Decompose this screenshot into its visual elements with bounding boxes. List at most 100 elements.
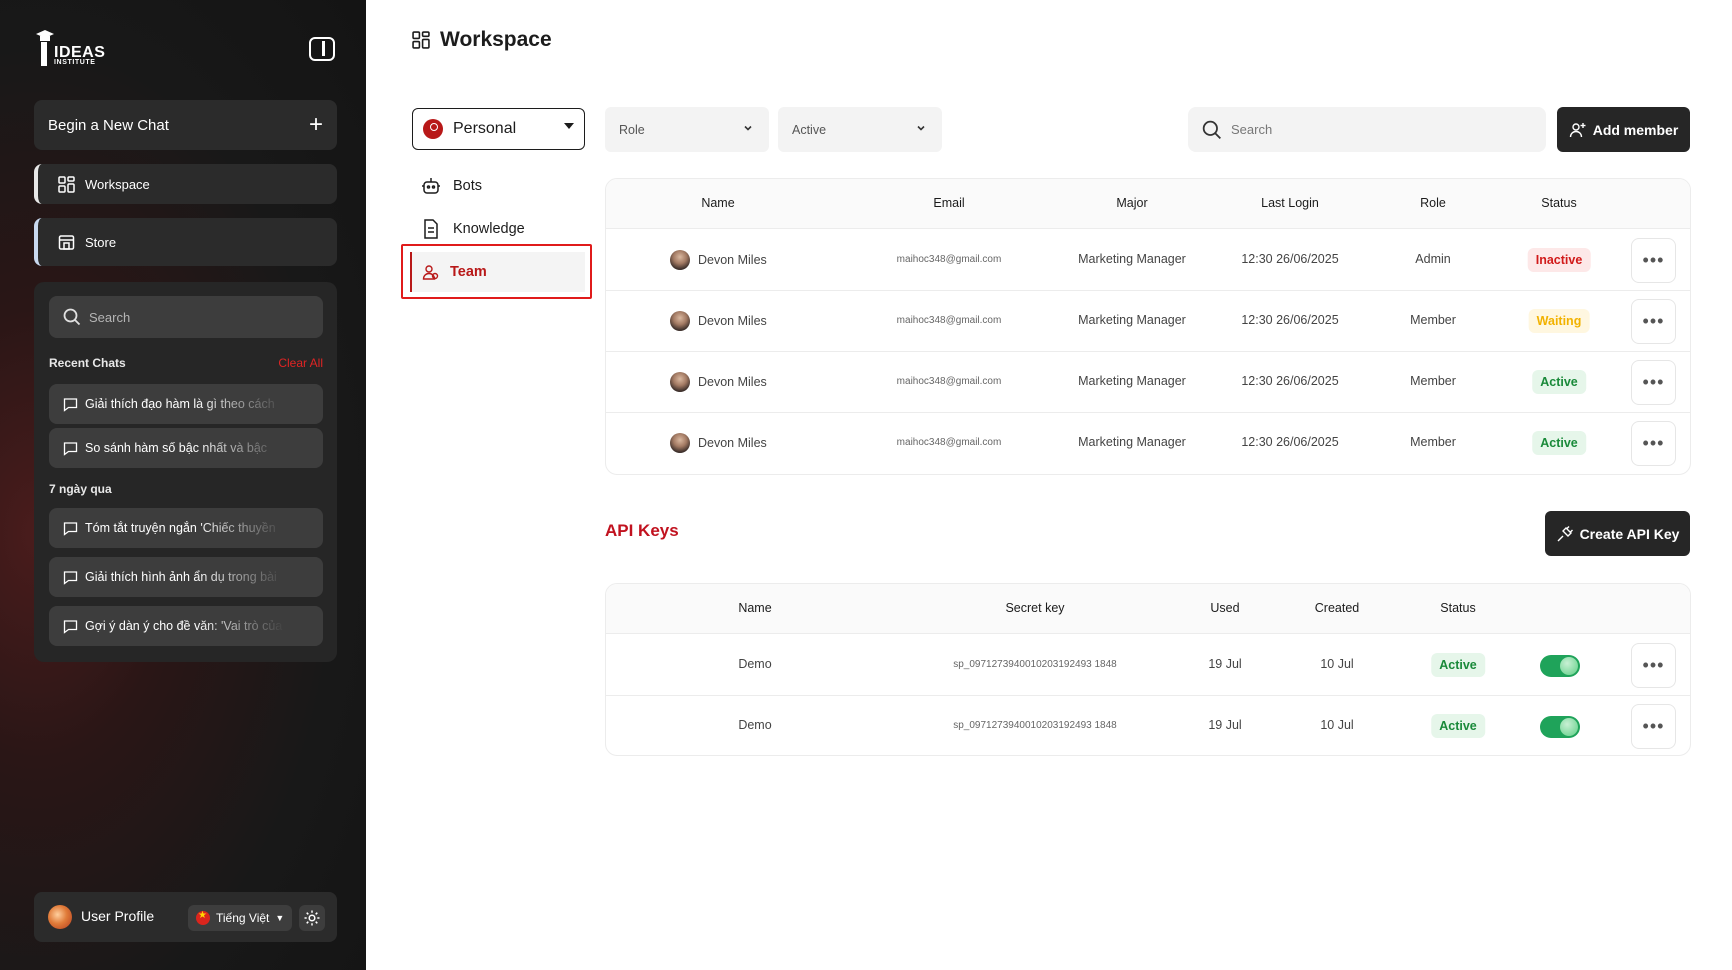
member-name: Devon Miles bbox=[698, 375, 767, 389]
caret-down-icon: ▼ bbox=[275, 913, 285, 923]
chat-list-item[interactable]: Tóm tắt truyện ngắn 'Chiếc thuyền bbox=[49, 508, 323, 548]
clear-all-button[interactable]: Clear All bbox=[278, 356, 323, 370]
sidebar-item-store[interactable]: Store bbox=[34, 218, 337, 266]
workspace-nav-team[interactable]: Team bbox=[410, 252, 585, 292]
vietnam-flag-icon bbox=[196, 910, 210, 925]
plug-icon bbox=[1557, 525, 1573, 541]
sidebar-toggle-icon[interactable] bbox=[309, 37, 335, 61]
page-title-text: Workspace bbox=[440, 28, 552, 51]
member-name-cell: Devon Miles bbox=[670, 250, 767, 270]
member-name-cell: Devon Miles bbox=[670, 311, 767, 331]
member-name-cell: Devon Miles bbox=[670, 433, 767, 453]
chat-list-item[interactable]: So sánh hàm số bậc nhất và bậc bbox=[49, 428, 323, 468]
workspace-select[interactable]: Personal bbox=[412, 108, 585, 150]
user-profile-bar: User Profile Tiếng Việt ▼ bbox=[34, 892, 337, 942]
sidebar-item-label: Workspace bbox=[85, 176, 150, 192]
workspace-nav-knowledge[interactable]: Knowledge bbox=[420, 218, 525, 240]
table-row[interactable]: Devon Miles maihoc348@gmail.com Marketin… bbox=[606, 413, 1690, 474]
store-icon bbox=[58, 234, 75, 250]
language-label: Tiếng Việt bbox=[216, 911, 270, 925]
member-name-cell: Devon Miles bbox=[670, 372, 767, 392]
api-key-name: Demo bbox=[738, 657, 772, 671]
avatar bbox=[670, 433, 690, 453]
chat-bubble-icon bbox=[63, 397, 78, 412]
member-last-login: 12:30 26/06/2025 bbox=[1241, 374, 1339, 388]
chat-bubble-icon bbox=[63, 570, 78, 585]
api-key-created: 10 Jul bbox=[1320, 718, 1354, 732]
status-filter-value: Active bbox=[792, 122, 827, 137]
table-row[interactable]: Demo sp_0971273940010203192493 1848 19 J… bbox=[606, 635, 1690, 696]
page-title: Workspace bbox=[412, 28, 552, 52]
search-icon bbox=[1202, 120, 1221, 139]
column-header: Secret key bbox=[1005, 601, 1065, 615]
workspace-select-value: Personal bbox=[453, 120, 517, 137]
role-filter-value: Role bbox=[619, 122, 645, 137]
more-options-button[interactable]: ••• bbox=[1631, 238, 1676, 283]
chat-bubble-icon bbox=[63, 441, 78, 456]
status-badge: Active bbox=[1431, 653, 1485, 677]
create-api-key-button[interactable]: Create API Key bbox=[1545, 511, 1690, 556]
member-major: Marketing Manager bbox=[1078, 374, 1186, 388]
more-options-button[interactable]: ••• bbox=[1631, 299, 1676, 344]
members-table: Name Email Major Last Login Role Status … bbox=[605, 178, 1691, 475]
document-icon bbox=[424, 219, 438, 239]
chevron-down-icon bbox=[917, 125, 925, 131]
api-key-toggle[interactable] bbox=[1540, 716, 1580, 738]
sidebar-item-workspace[interactable]: Workspace bbox=[34, 164, 337, 204]
chat-list-item[interactable]: Giải thích hình ảnh ẩn dụ trong bài bbox=[49, 557, 323, 597]
chat-title: Tóm tắt truyện ngắn 'Chiếc thuyền bbox=[85, 521, 276, 535]
more-options-button[interactable]: ••• bbox=[1631, 643, 1676, 688]
members-table-header: Name Email Major Last Login Role Status bbox=[606, 179, 1690, 229]
role-filter-select[interactable]: Role bbox=[605, 107, 769, 152]
chat-title: Gợi ý dàn ý cho đề văn: 'Vai trò của bbox=[85, 619, 283, 633]
logo-bar bbox=[41, 42, 47, 66]
member-major: Marketing Manager bbox=[1078, 313, 1186, 327]
more-options-button[interactable]: ••• bbox=[1631, 360, 1676, 405]
ideas-logo[interactable]: IDEAS INSTITUTE bbox=[36, 30, 116, 70]
api-secret-key: sp_0971273940010203192493 1848 bbox=[953, 720, 1117, 731]
api-keys-table: Name Secret key Used Created Status Demo… bbox=[605, 583, 1691, 756]
column-header: Major bbox=[1116, 196, 1148, 210]
member-email: maihoc348@gmail.com bbox=[896, 437, 1002, 448]
avatar[interactable] bbox=[48, 905, 72, 929]
more-options-button[interactable]: ••• bbox=[1631, 421, 1676, 466]
language-select[interactable]: Tiếng Việt ▼ bbox=[188, 905, 292, 931]
settings-button[interactable] bbox=[299, 905, 325, 931]
plus-icon: + bbox=[308, 111, 323, 138]
sidebar: IDEAS INSTITUTE Begin a New Chat + Works… bbox=[0, 0, 366, 970]
sidebar-search-input[interactable]: Search bbox=[49, 296, 323, 338]
user-icon bbox=[423, 119, 443, 139]
chat-list-item[interactable]: Gợi ý dàn ý cho đề văn: 'Vai trò của bbox=[49, 606, 323, 646]
grid-icon bbox=[412, 31, 430, 49]
api-key-toggle[interactable] bbox=[1540, 655, 1580, 677]
member-search-input[interactable]: Search bbox=[1188, 107, 1546, 152]
table-row[interactable]: Devon Miles maihoc348@gmail.com Marketin… bbox=[606, 291, 1690, 352]
workspace-nav-label: Knowledge bbox=[453, 221, 525, 237]
chat-bubble-icon bbox=[63, 521, 78, 536]
api-keys-title: API Keys bbox=[605, 521, 679, 540]
workspace-nav-bots[interactable]: Bots bbox=[420, 175, 482, 197]
profile-name[interactable]: User Profile bbox=[81, 908, 154, 924]
column-header: Used bbox=[1210, 601, 1240, 615]
column-header: Email bbox=[933, 196, 965, 210]
table-row[interactable]: Demo sp_0971273940010203192493 1848 19 J… bbox=[606, 696, 1690, 755]
member-email: maihoc348@gmail.com bbox=[896, 254, 1002, 265]
new-chat-label: Begin a New Chat bbox=[48, 116, 169, 134]
member-last-login: 12:30 26/06/2025 bbox=[1241, 435, 1339, 449]
member-email: maihoc348@gmail.com bbox=[896, 376, 1002, 387]
table-row[interactable]: Devon Miles maihoc348@gmail.com Marketin… bbox=[606, 230, 1690, 291]
avatar bbox=[670, 250, 690, 270]
new-chat-button[interactable]: Begin a New Chat + bbox=[34, 100, 337, 150]
table-row[interactable]: Devon Miles maihoc348@gmail.com Marketin… bbox=[606, 352, 1690, 413]
more-options-button[interactable]: ••• bbox=[1631, 704, 1676, 749]
add-member-button[interactable]: Add member bbox=[1557, 107, 1690, 152]
member-name: Devon Miles bbox=[698, 314, 767, 328]
status-filter-select[interactable]: Active bbox=[778, 107, 942, 152]
api-secret-key: sp_0971273940010203192493 1848 bbox=[953, 659, 1117, 670]
member-last-login: 12:30 26/06/2025 bbox=[1241, 252, 1339, 266]
chat-title: So sánh hàm số bậc nhất và bậc bbox=[85, 441, 268, 455]
add-user-icon bbox=[1569, 122, 1586, 137]
chat-list-item[interactable]: Giải thích đạo hàm là gì theo cách bbox=[49, 384, 323, 424]
status-badge: Inactive bbox=[1527, 248, 1591, 272]
chat-history-panel: Search Recent Chats Clear All Giải thích… bbox=[34, 282, 337, 662]
